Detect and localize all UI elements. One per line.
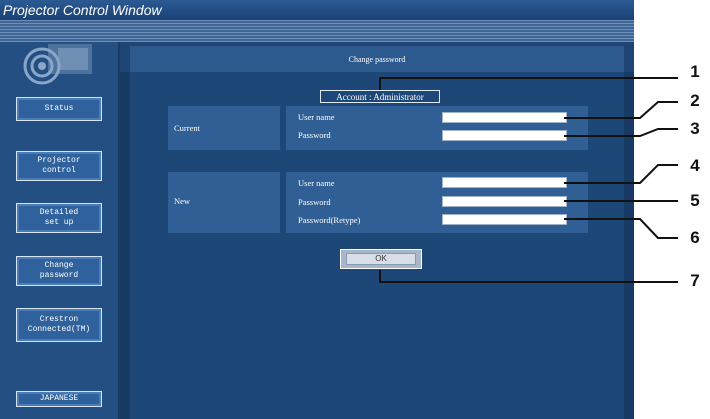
callout-4: 4 — [690, 156, 700, 175]
callout-6: 6 — [690, 228, 700, 247]
callout-1: 1 — [690, 62, 700, 81]
callout-5: 5 — [690, 191, 700, 210]
callout-lines — [379, 77, 678, 283]
callout-2: 2 — [690, 91, 700, 110]
callout-3: 3 — [690, 119, 700, 138]
callout-7: 7 — [690, 271, 700, 290]
